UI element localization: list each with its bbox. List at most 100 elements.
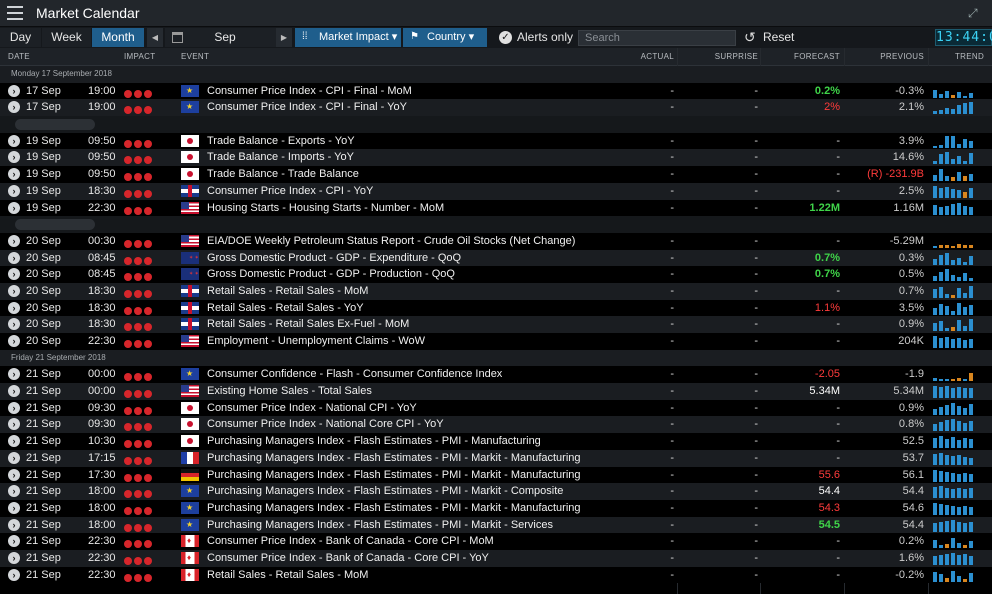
column-header-date[interactable]: DATE (8, 48, 30, 66)
expand-chevron-icon[interactable]: › (8, 568, 20, 581)
table-row[interactable]: › 21 Sep 17:30 Purchasing Managers Index… (0, 466, 992, 484)
expand-chevron-icon[interactable]: › (8, 435, 20, 448)
table-row[interactable]: › 19 Sep 22:30 Housing Starts - Housing … (0, 199, 992, 217)
expand-chevron-icon[interactable]: › (8, 335, 20, 347)
row-event[interactable]: Trade Balance - Trade Balance (207, 166, 359, 183)
table-row[interactable]: › 21 Sep 18:00 Purchasing Managers Index… (0, 516, 992, 534)
table-row[interactable]: › 21 Sep 00:00 Consumer Confidence - Fla… (0, 366, 992, 384)
expand-chevron-icon[interactable]: › (8, 401, 20, 414)
expand-chevron-icon[interactable]: › (8, 518, 20, 531)
table-row[interactable]: › 20 Sep 18:30 Retail Sales - Retail Sal… (0, 282, 992, 300)
table-row[interactable]: › 20 Sep 08:45 Gross Domestic Product - … (0, 266, 992, 283)
table-row[interactable]: › 19 Sep 09:50 Trade Balance - Exports -… (0, 132, 992, 150)
expand-chevron-icon[interactable]: › (8, 268, 20, 281)
row-event[interactable]: Consumer Price Index - CPI - Final - YoY (207, 99, 407, 116)
row-event[interactable]: Purchasing Managers Index - Flash Estima… (207, 500, 581, 517)
expand-chevron-icon[interactable]: › (8, 201, 20, 214)
period-selector[interactable]: Sep (165, 28, 290, 47)
row-event[interactable]: Purchasing Managers Index - Flash Estima… (207, 433, 541, 450)
table-row[interactable]: › 21 Sep 22:30 Retail Sales - Retail Sal… (0, 566, 992, 584)
table-row[interactable]: › 19 Sep 18:30 Consumer Price Index - CP… (0, 182, 992, 200)
expand-chevron-icon[interactable]: › (8, 168, 20, 181)
table-row[interactable]: › 21 Sep 22:30 Consumer Price Index - Ba… (0, 549, 992, 567)
expand-chevron-icon[interactable]: › (8, 84, 20, 97)
table-row[interactable]: › 21 Sep 09:30 Consumer Price Index - Na… (0, 399, 992, 417)
table-row[interactable]: › 20 Sep 18:30 Retail Sales - Retail Sal… (0, 299, 992, 317)
expand-chevron-icon[interactable]: › (8, 385, 20, 398)
row-event[interactable]: Trade Balance - Exports - YoY (207, 133, 355, 150)
expand-chevron-icon[interactable]: › (8, 101, 20, 114)
expand-chevron-icon[interactable]: › (8, 485, 20, 498)
search-input[interactable] (578, 30, 736, 46)
row-event[interactable]: Purchasing Managers Index - Flash Estima… (207, 467, 581, 484)
row-event[interactable]: Purchasing Managers Index - Flash Estima… (207, 517, 553, 534)
row-event[interactable]: Consumer Confidence - Flash - Consumer C… (207, 366, 502, 383)
row-event[interactable]: Consumer Price Index - CPI - Final - MoM (207, 83, 412, 100)
row-event[interactable]: Gross Domestic Product - GDP - Productio… (207, 266, 455, 283)
row-event[interactable]: Consumer Price Index - Bank of Canada - … (207, 550, 489, 567)
expand-chevron-icon[interactable]: › (8, 151, 20, 164)
row-event[interactable]: Purchasing Managers Index - Flash Estima… (207, 450, 581, 467)
table-row[interactable]: › 21 Sep 10:30 Purchasing Managers Index… (0, 433, 992, 450)
row-event[interactable]: Consumer Price Index - CPI - YoY (207, 183, 373, 200)
table-row[interactable]: › 21 Sep 18:00 Purchasing Managers Index… (0, 483, 992, 500)
row-event[interactable]: Housing Starts - Housing Starts - Number… (207, 200, 444, 217)
expand-icon[interactable]: ⤢ (968, 7, 980, 19)
expand-chevron-icon[interactable]: › (8, 501, 20, 514)
table-row[interactable]: › 20 Sep 00:30 EIA/DOE Weekly Petroleum … (0, 232, 992, 250)
table-row[interactable]: › 21 Sep 00:00 Existing Home Sales - Tot… (0, 383, 992, 400)
row-event[interactable]: Gross Domestic Product - GDP - Expenditu… (207, 250, 461, 267)
table-row[interactable]: › 17 Sep 19:00 Consumer Price Index - CP… (0, 99, 992, 117)
expand-chevron-icon[interactable]: › (8, 551, 20, 564)
column-header-surprise[interactable]: SURPRISE (680, 48, 758, 66)
hamburger-menu-icon[interactable] (7, 6, 23, 20)
column-header-forecast[interactable]: FORECAST (762, 48, 840, 66)
alerts-only-toggle[interactable]: ✓ Alerts only (497, 28, 573, 47)
row-event[interactable]: Retail Sales - Retail Sales Ex-Fuel - Mo… (207, 316, 409, 333)
row-event[interactable]: Purchasing Managers Index - Flash Estima… (207, 483, 563, 500)
expand-chevron-icon[interactable]: › (8, 318, 20, 331)
table-row[interactable]: › 20 Sep 18:30 Retail Sales - Retail Sal… (0, 316, 992, 333)
expand-chevron-icon[interactable]: › (8, 451, 20, 464)
expand-chevron-icon[interactable]: › (8, 301, 20, 314)
month-view-button[interactable]: Month (92, 28, 144, 47)
expand-chevron-icon[interactable]: › (8, 284, 20, 297)
expand-chevron-icon[interactable]: › (8, 535, 20, 548)
table-row[interactable]: › 20 Sep 08:45 Gross Domestic Product - … (0, 249, 992, 267)
table-row[interactable]: › 21 Sep 09:30 Consumer Price Index - Na… (0, 416, 992, 434)
column-header-previous[interactable]: PREVIOUS (846, 48, 924, 66)
table-row[interactable]: › 21 Sep 22:30 Consumer Price Index - Ba… (0, 533, 992, 550)
column-header-impact[interactable]: IMPACT (124, 48, 155, 66)
day-view-button[interactable]: Day (0, 28, 41, 47)
market-impact-dropdown[interactable]: ⁞⁞ Market Impact ▾ (295, 28, 401, 47)
expand-chevron-icon[interactable]: › (8, 468, 20, 481)
row-event[interactable]: Existing Home Sales - Total Sales (207, 383, 372, 400)
next-period-button[interactable]: ▶ (276, 28, 292, 47)
column-header-trend[interactable]: TREND (955, 48, 984, 66)
table-row[interactable]: › 17 Sep 19:00 Consumer Price Index - CP… (0, 82, 992, 100)
week-view-button[interactable]: Week (42, 28, 91, 47)
expand-chevron-icon[interactable]: › (8, 418, 20, 431)
row-event[interactable]: Consumer Price Index - Bank of Canada - … (207, 533, 494, 550)
row-event[interactable]: Consumer Price Index - National CPI - Yo… (207, 400, 417, 417)
row-event[interactable]: Retail Sales - Retail Sales - YoY (207, 300, 364, 317)
previous-period-button[interactable]: ◀ (147, 28, 163, 47)
row-event[interactable]: Retail Sales - Retail Sales - MoM (207, 283, 368, 300)
row-event[interactable]: EIA/DOE Weekly Petroleum Status Report -… (207, 233, 575, 250)
table-row[interactable]: › 21 Sep 17:15 Purchasing Managers Index… (0, 449, 992, 467)
reset-button[interactable]: ↺ Reset (742, 28, 794, 47)
row-event[interactable]: Trade Balance - Imports - YoY (207, 149, 354, 166)
row-event[interactable]: Employment - Unemployment Claims - WoW (207, 333, 425, 350)
expand-chevron-icon[interactable]: › (8, 234, 20, 247)
country-dropdown[interactable]: ⚑ Country ▾ (403, 28, 487, 47)
expand-chevron-icon[interactable]: › (8, 134, 20, 147)
expand-chevron-icon[interactable]: › (8, 184, 20, 197)
row-event[interactable]: Consumer Price Index - National Core CPI… (207, 416, 444, 433)
expand-chevron-icon[interactable]: › (8, 251, 20, 264)
row-event[interactable]: Retail Sales - Retail Sales - MoM (207, 567, 368, 584)
table-row[interactable]: › 19 Sep 09:50 Trade Balance - Imports -… (0, 149, 992, 167)
table-row[interactable]: › 20 Sep 22:30 Employment - Unemployment… (0, 333, 992, 350)
column-header-actual[interactable]: ACTUAL (600, 48, 674, 66)
column-header-event[interactable]: EVENT (181, 48, 209, 66)
table-row[interactable]: › 21 Sep 18:00 Purchasing Managers Index… (0, 499, 992, 517)
